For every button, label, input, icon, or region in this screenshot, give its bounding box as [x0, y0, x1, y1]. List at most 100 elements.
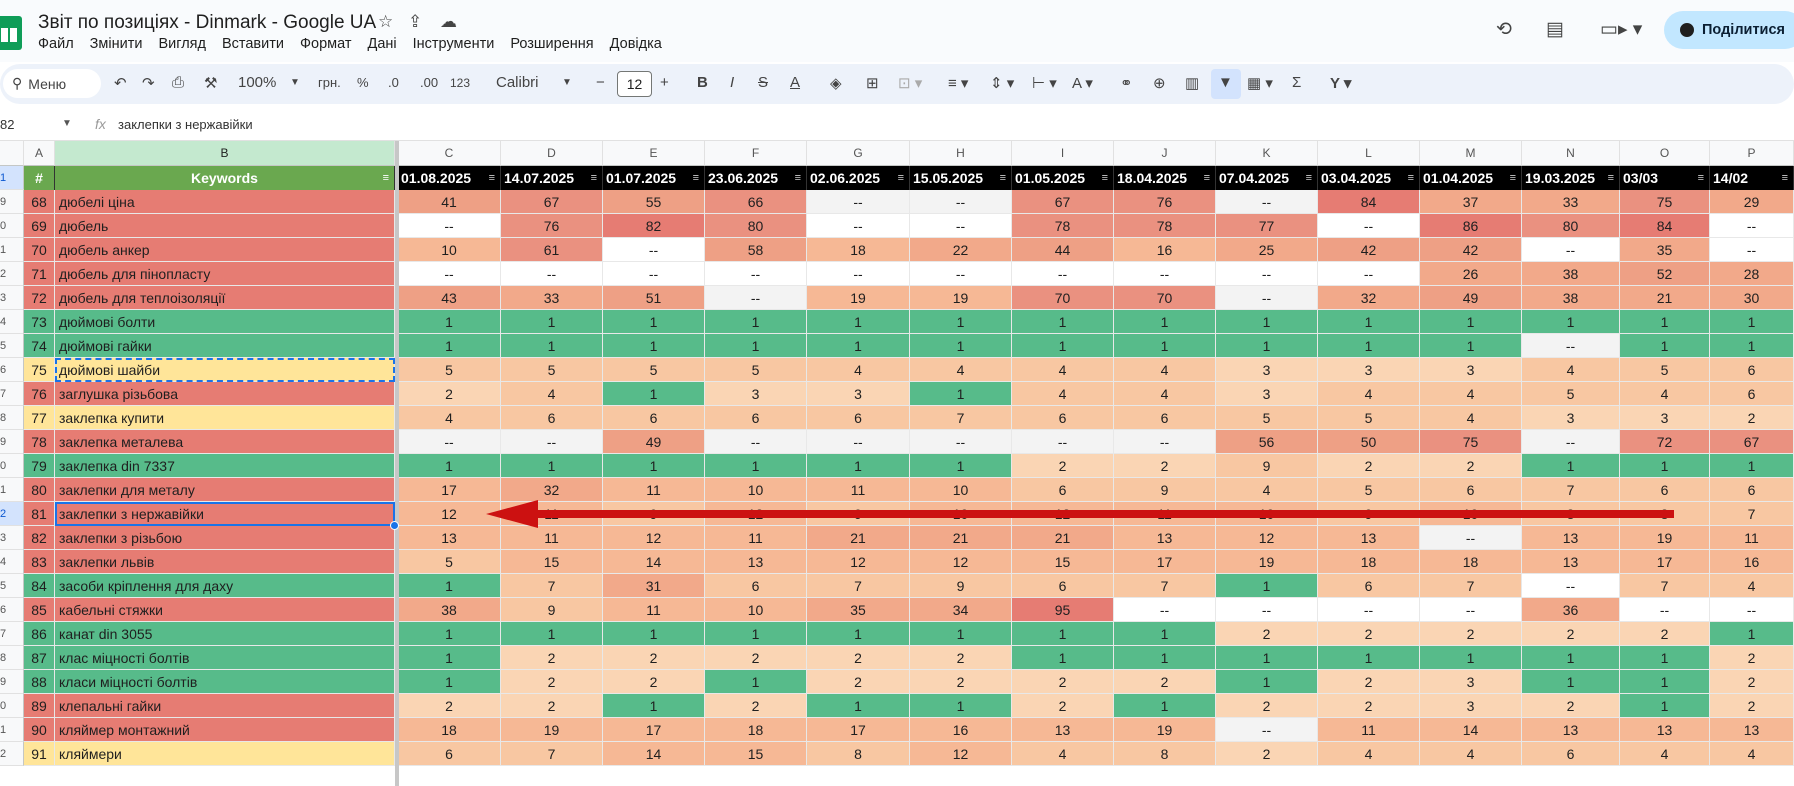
bold-icon[interactable]: B — [697, 74, 708, 91]
row-header-90[interactable]: 0 — [0, 694, 24, 718]
index-cell[interactable]: 82 — [24, 526, 55, 550]
value-cell[interactable]: 78 — [1114, 214, 1216, 238]
horizontal-align-icon[interactable]: ≡ ▾ — [948, 74, 968, 92]
value-cell[interactable]: 3 — [705, 382, 807, 406]
value-cell[interactable]: 1 — [1114, 646, 1216, 670]
value-cell[interactable]: 6 — [603, 406, 705, 430]
value-cell[interactable]: 18 — [705, 718, 807, 742]
row-header-85[interactable]: 5 — [0, 574, 24, 598]
value-cell[interactable]: 2 — [1710, 670, 1794, 694]
value-cell[interactable]: 1 — [603, 334, 705, 358]
value-cell[interactable]: -- — [1216, 190, 1318, 214]
value-cell[interactable]: 7 — [1620, 574, 1710, 598]
filter-icon[interactable]: ≡ — [1782, 166, 1788, 190]
value-cell[interactable]: 37 — [1420, 190, 1522, 214]
value-cell[interactable]: 1 — [1318, 646, 1420, 670]
value-cell[interactable]: 2 — [1012, 670, 1114, 694]
value-cell[interactable]: 11 — [807, 478, 910, 502]
value-cell[interactable]: 1 — [398, 454, 501, 478]
value-cell[interactable]: 13 — [1522, 718, 1620, 742]
zoom-chevron-down-icon[interactable]: ▼ — [290, 77, 300, 88]
value-cell[interactable]: 18 — [1318, 550, 1420, 574]
value-cell[interactable]: 49 — [603, 430, 705, 454]
value-cell[interactable]: 34 — [910, 598, 1012, 622]
value-cell[interactable]: 78 — [1012, 214, 1114, 238]
value-cell[interactable]: 11 — [603, 478, 705, 502]
value-cell[interactable]: 2 — [807, 646, 910, 670]
value-cell[interactable]: 1 — [1318, 334, 1420, 358]
value-cell[interactable]: 50 — [1318, 430, 1420, 454]
filter-icon[interactable]: ≡ — [693, 166, 699, 190]
value-cell[interactable]: 13 — [1522, 526, 1620, 550]
value-cell[interactable]: 2 — [1318, 454, 1420, 478]
value-cell[interactable]: 9 — [1114, 478, 1216, 502]
value-cell[interactable]: 11 — [501, 526, 603, 550]
value-cell[interactable]: 1 — [910, 622, 1012, 646]
row-header-80[interactable]: 0 — [0, 454, 24, 478]
value-cell[interactable]: -- — [1216, 262, 1318, 286]
value-cell[interactable]: -- — [1318, 262, 1420, 286]
menu-item-1[interactable]: Змінити — [90, 36, 143, 52]
value-cell[interactable]: 4 — [1012, 358, 1114, 382]
value-cell[interactable]: 56 — [1216, 430, 1318, 454]
name-box[interactable]: 82 — [0, 117, 14, 132]
menu-search-button[interactable]: ⚲ Меню — [3, 69, 101, 98]
value-cell[interactable]: 18 — [807, 238, 910, 262]
percent-format-button[interactable]: % — [357, 75, 369, 90]
value-cell[interactable]: 13 — [1114, 526, 1216, 550]
value-cell[interactable]: 1 — [1522, 646, 1620, 670]
value-cell[interactable]: 1 — [603, 310, 705, 334]
column-header-E[interactable]: E — [603, 141, 705, 166]
value-cell[interactable]: 5 — [398, 358, 501, 382]
row-header-92[interactable]: 2 — [0, 742, 24, 766]
value-cell[interactable]: 2 — [398, 694, 501, 718]
value-cell[interactable]: -- — [1522, 574, 1620, 598]
keyword-cell[interactable]: заклепка din 7337 — [55, 454, 395, 478]
column-header-I[interactable]: I — [1012, 141, 1114, 166]
value-cell[interactable]: 2 — [1420, 454, 1522, 478]
value-cell[interactable]: -- — [705, 430, 807, 454]
index-cell[interactable]: 87 — [24, 646, 55, 670]
index-cell[interactable]: 88 — [24, 670, 55, 694]
value-cell[interactable]: 13 — [1522, 550, 1620, 574]
text-color-icon[interactable]: A — [790, 74, 800, 91]
value-cell[interactable]: 9 — [501, 598, 603, 622]
value-cell[interactable]: 5 — [501, 358, 603, 382]
font-size-input[interactable]: 12 — [617, 71, 652, 97]
row-header-84[interactable]: 4 — [0, 550, 24, 574]
keyword-cell[interactable]: класи міцності болтів — [55, 670, 395, 694]
value-cell[interactable]: 19 — [807, 286, 910, 310]
value-cell[interactable]: 2 — [1114, 670, 1216, 694]
value-cell[interactable]: 77 — [1216, 214, 1318, 238]
value-cell[interactable]: -- — [910, 190, 1012, 214]
index-cell[interactable]: 73 — [24, 310, 55, 334]
value-cell[interactable]: 2 — [807, 670, 910, 694]
value-cell[interactable]: -- — [807, 262, 910, 286]
font-chevron-down-icon[interactable]: ▼ — [562, 77, 572, 88]
value-cell[interactable]: 4 — [910, 358, 1012, 382]
value-cell[interactable]: 6 — [1710, 358, 1794, 382]
value-cell[interactable]: 5 — [1620, 358, 1710, 382]
value-cell[interactable]: 6 — [1710, 382, 1794, 406]
filter-icon[interactable]: ≡ — [1204, 166, 1210, 190]
value-cell[interactable]: 2 — [1318, 670, 1420, 694]
value-cell[interactable]: 2 — [501, 670, 603, 694]
value-cell[interactable]: 6 — [1012, 574, 1114, 598]
column-header-G[interactable]: G — [807, 141, 910, 166]
value-cell[interactable]: 1 — [603, 694, 705, 718]
value-cell[interactable]: -- — [1522, 430, 1620, 454]
value-cell[interactable]: 14 — [603, 550, 705, 574]
value-cell[interactable]: 5 — [705, 358, 807, 382]
index-cell[interactable]: 84 — [24, 574, 55, 598]
value-cell[interactable]: 95 — [1012, 598, 1114, 622]
value-cell[interactable]: 1 — [1216, 574, 1318, 598]
value-cell[interactable]: -- — [1216, 718, 1318, 742]
comments-icon[interactable]: ▤ — [1546, 18, 1564, 41]
value-cell[interactable]: 33 — [1522, 190, 1620, 214]
value-cell[interactable]: 1 — [1216, 670, 1318, 694]
value-cell[interactable]: 2 — [1318, 694, 1420, 718]
value-cell[interactable]: 1 — [910, 310, 1012, 334]
value-cell[interactable]: 66 — [705, 190, 807, 214]
index-cell[interactable]: 91 — [24, 742, 55, 766]
value-cell[interactable]: -- — [1318, 598, 1420, 622]
